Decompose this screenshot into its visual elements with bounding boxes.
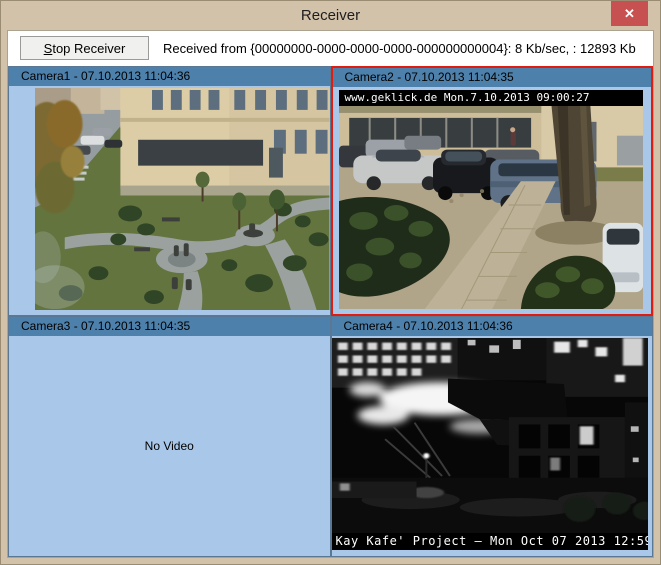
camera4-body: Kay Kafe' Project – Mon Oct 07 2013 12:5… (332, 336, 653, 556)
camera1-header: Camera1 - 07.10.2013 11:04:36 (9, 67, 330, 86)
camera3-header: Camera3 - 07.10.2013 11:04:35 (9, 317, 330, 336)
camera1-title: Camera1 - 07.10.2013 11:04:36 (21, 69, 190, 83)
camera2-header: Camera2 - 07.10.2013 11:04:35 (333, 68, 652, 87)
camera1-body (9, 86, 330, 315)
camera4-scene (332, 338, 649, 533)
camera4-overlay-text: Kay Kafe' Project – Mon Oct 07 2013 12:5… (332, 533, 649, 550)
camera3-no-video-label: No Video (9, 336, 330, 556)
camera2-body: www.geklick.de Mon.7.10.2013 09:00:27 (333, 87, 652, 314)
client-area: Stop Receiver Received from {00000000-00… (7, 30, 654, 558)
camera2-scene (339, 106, 644, 309)
toolbar: Stop Receiver Received from {00000000-00… (8, 31, 653, 65)
camera2-panel[interactable]: Camera2 - 07.10.2013 11:04:35 www.geklic… (331, 66, 654, 316)
receive-status-text: Received from {00000000-0000-0000-0000-0… (163, 41, 636, 56)
camera4-video[interactable]: Kay Kafe' Project – Mon Oct 07 2013 12:5… (332, 338, 649, 550)
camera2-title: Camera2 - 07.10.2013 11:04:35 (345, 70, 514, 84)
camera4-panel[interactable]: Camera4 - 07.10.2013 11:04:36 (331, 316, 654, 557)
camera1-scene (35, 88, 330, 310)
window-title: Receiver (1, 1, 660, 31)
camera-grid: Camera1 - 07.10.2013 11:04:36 (8, 66, 653, 557)
close-icon: ✕ (624, 6, 635, 22)
stop-receiver-button[interactable]: Stop Receiver (20, 36, 149, 60)
camera3-body: No Video (9, 336, 330, 556)
camera4-header: Camera4 - 07.10.2013 11:04:36 (332, 317, 653, 336)
camera2-overlay-text: www.geklick.de Mon.7.10.2013 09:00:27 (339, 90, 644, 106)
camera4-title: Camera4 - 07.10.2013 11:04:36 (344, 319, 513, 333)
camera2-video[interactable]: www.geklick.de Mon.7.10.2013 09:00:27 (339, 90, 644, 309)
titlebar[interactable]: Receiver ✕ (1, 1, 660, 29)
camera3-title: Camera3 - 07.10.2013 11:04:35 (21, 319, 190, 333)
close-button[interactable]: ✕ (611, 1, 648, 26)
camera3-panel[interactable]: Camera3 - 07.10.2013 11:04:35 No Video (8, 316, 331, 557)
receiver-window: Receiver ✕ Stop Receiver Received from {… (0, 0, 661, 565)
camera1-video[interactable] (35, 88, 330, 310)
camera1-panel[interactable]: Camera1 - 07.10.2013 11:04:36 (8, 66, 331, 316)
